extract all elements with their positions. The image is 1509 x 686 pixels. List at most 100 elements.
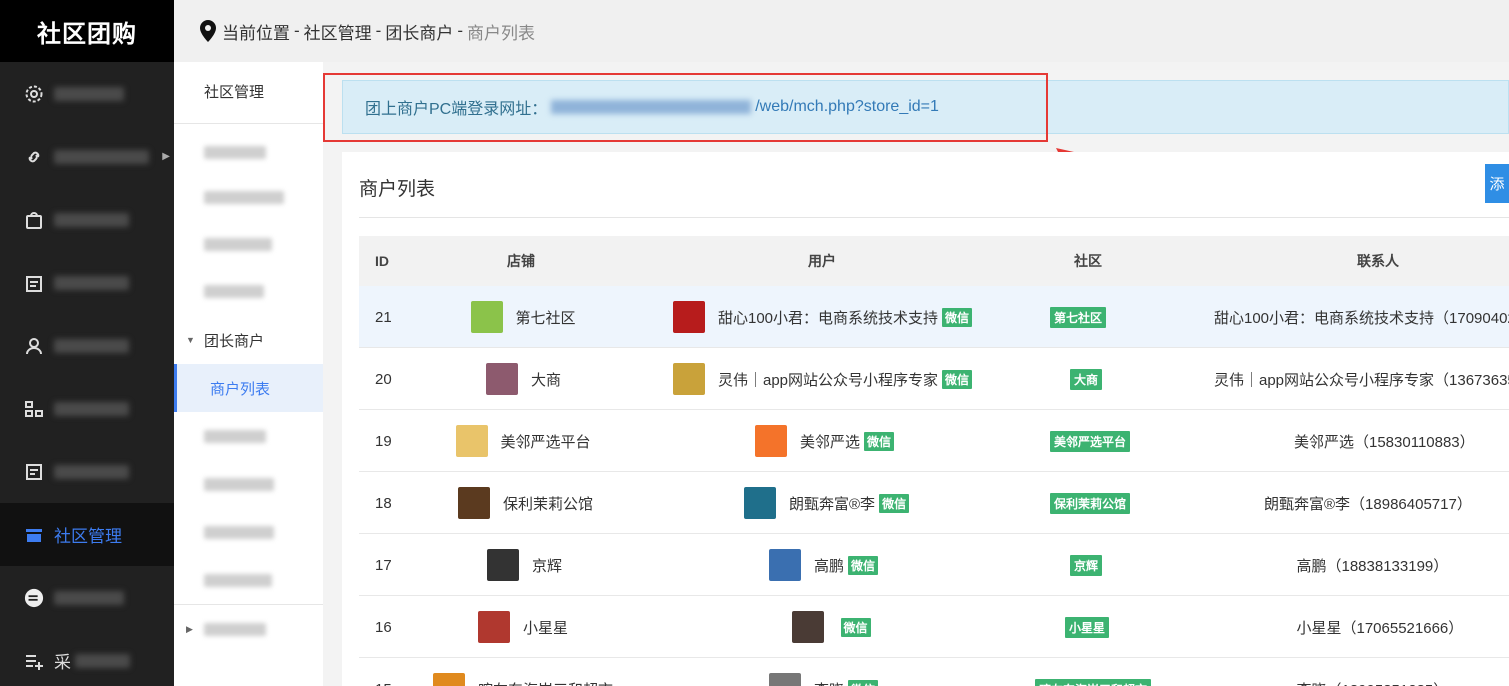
sidebar-item-content[interactable]	[0, 440, 174, 503]
document-icon	[24, 462, 44, 482]
table-row[interactable]: 16 小星星 微信 小星星 小星星（17065521666）	[359, 596, 1509, 658]
table-row[interactable]: 17 京辉 高鹏 微信 京辉 高鹏（18838133199）	[359, 534, 1509, 596]
cell-id: 17	[375, 556, 392, 574]
cell-store: 第七社区	[470, 286, 576, 348]
sidebar-item-label	[54, 86, 124, 101]
user-name: 甜心100小君：电商系统技术支持	[718, 309, 939, 327]
sidebar-item-goods[interactable]	[0, 188, 174, 251]
store-thumbnail	[486, 363, 518, 395]
table-row[interactable]: 20 大商 灵伟｜app网站公众号小程序专家 微信 大商 灵伟｜app网站公众号小程序专家…	[359, 348, 1509, 410]
user-avatar	[791, 611, 824, 643]
user-avatar	[673, 301, 705, 333]
cell-contact: 小星星（17065521666）	[1296, 619, 1464, 637]
sidebar-item-settings[interactable]	[0, 62, 174, 125]
submenu-item[interactable]	[174, 128, 323, 176]
submenu-item[interactable]	[174, 267, 323, 315]
sidebar-item-plugins[interactable]	[0, 566, 174, 629]
list-add-icon	[24, 651, 44, 671]
cell-user: 美邻严选 微信	[755, 410, 895, 472]
add-merchant-button[interactable]: 添	[1485, 164, 1509, 203]
submenu-item[interactable]	[174, 220, 323, 268]
breadcrumb-sep: -	[375, 21, 382, 40]
community-tag: 大商	[1070, 368, 1103, 390]
store-name[interactable]: 第七社区	[516, 307, 576, 328]
table-row[interactable]: 18 保利茉莉公馆 朗甄奔富®李 微信 保利茉莉公馆 朗甄奔富®李（18986405717…	[359, 472, 1509, 534]
merchant-table: ID 店铺 用户 社区 联系人 21 第七社区 甜心100小君：电商系统技术支持 微信…	[359, 236, 1509, 686]
store-thumbnail	[487, 549, 519, 581]
sidebar-item-label	[54, 590, 124, 605]
sidebar-item-label: 采	[54, 653, 71, 672]
cell-id: 18	[375, 494, 392, 512]
submenu-item[interactable]	[174, 556, 323, 604]
cell-user: 灵伟｜app网站公众号小程序专家 微信	[673, 348, 973, 410]
cell-community: 保利茉莉公馆	[1050, 472, 1131, 534]
submenu-header[interactable]: 社区管理	[174, 67, 323, 115]
submenu-item[interactable]	[174, 460, 323, 508]
sitemap-icon	[24, 399, 44, 419]
th-store: 店铺	[507, 253, 535, 269]
panel-divider	[359, 217, 1509, 218]
wechat-badge: 微信	[942, 307, 973, 327]
user-avatar	[755, 425, 787, 457]
breadcrumb-level1[interactable]: 社区管理	[304, 19, 372, 44]
table-row[interactable]: 15 喀左东海岸三和超市 李晓微信喀左东海岸三和超市 李晓（13995351235）	[359, 658, 1509, 686]
store-name[interactable]: 大商	[531, 369, 561, 390]
community-tag: 喀左东海岸三和超市	[1035, 678, 1152, 686]
user-name: 美邻严选	[800, 433, 861, 451]
cell-contact: 李晓（13995351235）	[1297, 658, 1449, 686]
user-avatar	[769, 549, 801, 581]
store-name[interactable]: 小星星	[523, 617, 568, 638]
sidebar-item-purchase[interactable]: 采	[0, 629, 174, 686]
submenu-item-merchant-list[interactable]: 商户列表	[174, 364, 323, 412]
store-thumbnail	[458, 487, 490, 519]
wechat-badge: 微信	[942, 369, 973, 389]
submenu-item[interactable]	[174, 508, 323, 556]
table-header: ID 店铺 用户 社区 联系人	[359, 236, 1509, 286]
cell-user: 李晓微信	[769, 658, 879, 686]
location-pin-icon	[200, 20, 216, 42]
submenu-group-settings[interactable]: ▶	[174, 605, 323, 653]
sidebar-item-marketing[interactable]: ▶	[0, 125, 174, 188]
store-name[interactable]: 京辉	[532, 555, 562, 576]
submenu-item[interactable]	[174, 412, 323, 460]
store-name[interactable]: 保利茉莉公馆	[503, 493, 593, 514]
table-row[interactable]: 19 美邻严选平台 美邻严选 微信 美邻严选平台 美邻严选（15830110883）	[359, 410, 1509, 472]
cell-store: 京辉	[487, 534, 562, 596]
user-avatar	[673, 363, 705, 395]
store-name[interactable]: 喀左东海岸三和超市	[478, 679, 613, 686]
cell-id: 15	[375, 658, 392, 686]
highlight-box	[323, 73, 1048, 142]
table-row[interactable]: 21 第七社区 甜心100小君：电商系统技术支持 微信 第七社区 甜心100小君：电商系统…	[359, 286, 1509, 348]
cell-contact: 甜心100小君：电商系统技术支持（17090402	[1214, 309, 1509, 327]
cell-contact: 美邻严选（15830110883）	[1294, 433, 1475, 451]
cell-store: 喀左东海岸三和超市	[433, 658, 613, 686]
submenu-group-label	[204, 622, 266, 636]
sidebar-item-users[interactable]	[0, 314, 174, 377]
chevron-right-icon: ▶	[162, 151, 170, 162]
submenu-item[interactable]	[174, 173, 323, 221]
sidebar-item-label	[54, 149, 149, 164]
wechat-badge: 微信	[879, 493, 910, 513]
cell-store: 保利茉莉公馆	[458, 472, 593, 534]
store-thumbnail	[478, 611, 510, 643]
minus-circle-icon	[24, 588, 44, 608]
breadcrumb-level2[interactable]: 团长商户	[385, 19, 453, 44]
submenu-divider	[174, 123, 323, 124]
sidebar-item-label	[54, 275, 129, 290]
sidebar-item-community[interactable]: 社区管理	[0, 503, 174, 566]
panel-title: 商户列表	[359, 179, 436, 200]
th-user: 用户	[808, 253, 836, 269]
submenu-group-leaders[interactable]: ▼ 团长商户	[174, 316, 323, 364]
sidebar-item-orders[interactable]	[0, 251, 174, 314]
cell-store: 大商	[486, 348, 561, 410]
sidebar-item-distribution[interactable]	[0, 377, 174, 440]
cell-contact: 高鹏（18838133199）	[1296, 557, 1449, 575]
store-name[interactable]: 美邻严选平台	[501, 431, 591, 452]
cell-community: 第七社区	[1050, 286, 1107, 348]
community-tag: 第七社区	[1050, 306, 1107, 328]
sidebar-item-label: 社区管理	[54, 527, 122, 546]
th-community: 社区	[1074, 253, 1102, 269]
community-tag: 京辉	[1070, 554, 1103, 576]
community-tag: 美邻严选平台	[1050, 430, 1131, 452]
cell-id: 19	[375, 432, 392, 450]
